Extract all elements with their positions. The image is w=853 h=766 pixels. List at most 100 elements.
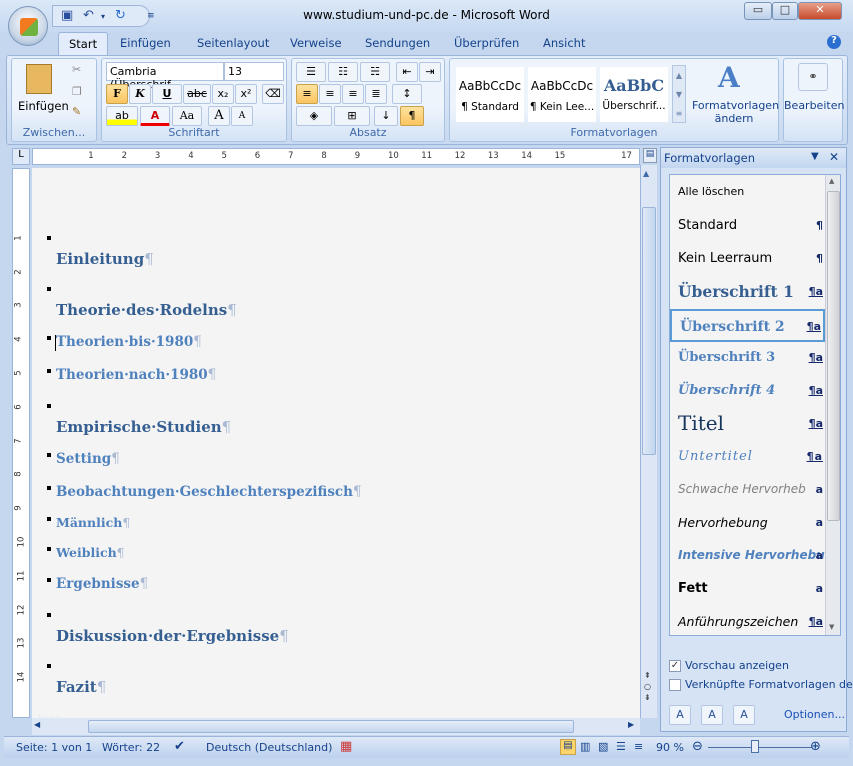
tab-einfuegen[interactable]: Einfügen xyxy=(120,36,171,50)
tab-sendungen[interactable]: Sendungen xyxy=(365,36,430,50)
word-count[interactable]: Wörter: 22 xyxy=(102,741,160,754)
zoom-in-icon[interactable]: ⊕ xyxy=(810,739,821,754)
draft-view-icon[interactable]: ≡ xyxy=(634,740,643,753)
document-page[interactable]: Einleitung¶ Theorie·des·Rodelns¶ Theorien·… xyxy=(32,168,640,718)
style-item[interactable]: Kein Leerraum ¶ xyxy=(670,243,825,276)
font-name-combo[interactable]: Cambria (Überschrif xyxy=(106,62,224,91)
gallery-style-standard[interactable]: AaBbCcDc ¶ Standard xyxy=(456,67,524,122)
zoom-level[interactable]: 90 % xyxy=(656,741,684,754)
close-button[interactable]: ✕ xyxy=(798,2,842,20)
gallery-scroll[interactable]: ▲ ▼ ≡ xyxy=(672,65,686,123)
tab-start[interactable]: Start xyxy=(58,32,109,56)
style-item[interactable]: Anführungszeichen ¶a xyxy=(670,606,825,635)
maximize-button[interactable]: □ xyxy=(772,2,798,20)
bullets-icon[interactable]: ☰ xyxy=(296,62,326,82)
grow-font-button[interactable]: A xyxy=(208,106,230,126)
style-item[interactable]: Überschrift 4 ¶a xyxy=(670,375,825,408)
align-center-icon[interactable]: ≡ xyxy=(319,84,341,104)
style-inspector-icon[interactable]: A xyxy=(701,705,723,725)
heading-1[interactable]: Empirische·Studien¶ xyxy=(56,418,231,436)
tab-ansicht[interactable]: Ansicht xyxy=(543,36,585,50)
superscript-button[interactable]: x² xyxy=(235,84,257,104)
shrink-font-button[interactable]: A xyxy=(231,106,253,126)
borders-icon[interactable]: ⊞ xyxy=(334,106,370,126)
bold-button[interactable]: F xyxy=(106,84,128,104)
language[interactable]: Deutsch (Deutschland) xyxy=(206,741,332,754)
format-painter-icon[interactable]: ✎ xyxy=(72,105,81,118)
tab-ueberpruefen[interactable]: Überprüfen xyxy=(454,36,519,50)
zoom-slider-track[interactable] xyxy=(708,747,812,748)
heading-2[interactable]: Setting¶ xyxy=(56,451,120,467)
style-item[interactable]: Alle löschen xyxy=(670,177,825,210)
style-list-thumb[interactable] xyxy=(827,191,840,521)
page-count[interactable]: Seite: 1 von 1 xyxy=(16,741,92,754)
new-style-icon[interactable]: A xyxy=(669,705,691,725)
underline-button[interactable]: U xyxy=(152,84,182,104)
font-size-combo[interactable]: 13 xyxy=(224,62,284,81)
heading-1[interactable]: Diskussion·der·Ergebnisse¶ xyxy=(56,627,289,645)
vertical-ruler[interactable]: 1 2 3 4 5 6 7 8 9 10 11 12 13 14 xyxy=(12,168,30,718)
numbering-icon[interactable]: ☷ xyxy=(328,62,358,82)
style-item[interactable]: Intensive Hervorhebu a xyxy=(670,540,825,573)
change-styles-button[interactable]: Formatvorlagen ändern xyxy=(692,99,779,125)
editing-button[interactable]: Bearbeiten xyxy=(784,99,844,112)
browse-object-icons[interactable]: ⇞ ○ ⇟ xyxy=(644,670,651,703)
style-item[interactable]: Überschrift 2 ¶a xyxy=(670,309,825,342)
scroll-left-icon[interactable]: ◀ xyxy=(34,720,40,729)
tab-selector[interactable]: L xyxy=(12,148,30,165)
style-list-scrollbar[interactable]: ▲ ▼ xyxy=(825,175,840,635)
outline-view-icon[interactable]: ☰ xyxy=(616,740,626,753)
web-view-icon[interactable]: ▧ xyxy=(598,740,608,753)
copy-icon[interactable]: ❐ xyxy=(72,85,82,98)
line-spacing-icon[interactable]: ↕ xyxy=(392,84,422,104)
linked-styles-checkbox[interactable] xyxy=(669,679,681,691)
style-item[interactable]: Standard ¶ xyxy=(670,210,825,243)
style-item[interactable]: Schwache Hervorheb a xyxy=(670,474,825,507)
heading-1[interactable]: Fazit¶ xyxy=(56,678,106,696)
heading-3[interactable]: Weiblich¶ xyxy=(56,545,125,560)
style-item[interactable]: Hervorhebung a xyxy=(670,507,825,540)
italic-button[interactable]: K xyxy=(129,84,151,104)
horizontal-ruler[interactable]: 1 2 3 4 5 6 7 8 9 10 11 12 13 14 15 17 xyxy=(32,148,640,165)
style-item[interactable]: Überschrift 3 ¶a xyxy=(670,342,825,375)
heading-2[interactable]: Beobachtungen·Geschlechterspezifisch¶ xyxy=(56,484,362,500)
pane-menu-icon[interactable]: ▼ xyxy=(811,151,819,162)
subscript-button[interactable]: x₂ xyxy=(212,84,234,104)
manage-styles-icon[interactable]: A xyxy=(733,705,755,725)
view-ruler-icon[interactable]: ▤ xyxy=(643,148,657,163)
style-item[interactable]: Titel ¶a xyxy=(670,408,825,441)
clear-formatting-icon[interactable]: ⌫ xyxy=(262,84,284,104)
heading-3[interactable]: Männlich¶ xyxy=(56,515,130,530)
cut-icon[interactable]: ✂ xyxy=(72,63,81,76)
tab-verweise[interactable]: Verweise xyxy=(290,36,342,50)
scroll-down-icon[interactable]: ▼ xyxy=(829,623,834,631)
zoom-out-icon[interactable]: ⊖ xyxy=(692,739,703,754)
help-icon[interactable]: ? xyxy=(827,35,841,49)
scroll-up-icon[interactable]: ▲ xyxy=(829,177,834,185)
heading-2[interactable]: Ergebnisse¶ xyxy=(56,576,148,592)
gallery-style-kein-leerraum[interactable]: AaBbCcDc ¶ Kein Lee... xyxy=(528,67,596,122)
vertical-scrollbar[interactable]: ▲ ⇞ ○ ⇟ xyxy=(640,165,657,718)
gallery-style-ueberschrift[interactable]: AaBbC Überschrif... xyxy=(600,67,668,122)
heading-2[interactable]: Theorien·nach·1980¶ xyxy=(56,367,216,383)
sort-icon[interactable]: ↓ xyxy=(374,106,398,126)
pane-close-icon[interactable]: ✕ xyxy=(829,150,839,164)
hscroll-thumb[interactable] xyxy=(88,720,574,733)
minimize-button[interactable]: ▭ xyxy=(744,2,772,20)
proofing-icon[interactable]: ✔ xyxy=(174,739,185,754)
increase-indent-icon[interactable]: ⇥ xyxy=(419,62,441,82)
print-layout-view-icon[interactable]: ▤ xyxy=(560,739,576,755)
style-item[interactable]: Fett a xyxy=(670,573,825,606)
scroll-up-icon[interactable]: ▲ xyxy=(643,169,649,178)
heading-1[interactable]: Einleitung¶ xyxy=(56,250,154,268)
change-case-button[interactable]: Aa xyxy=(172,106,202,126)
style-item[interactable]: Untertitel ¶a xyxy=(670,441,825,474)
font-color-icon[interactable]: A xyxy=(140,106,170,126)
tab-seitenlayout[interactable]: Seitenlayout xyxy=(197,36,269,50)
zoom-slider-thumb[interactable] xyxy=(750,740,759,753)
style-item[interactable]: Überschrift 1 ¶a xyxy=(670,276,825,309)
options-link[interactable]: Optionen... xyxy=(784,708,845,721)
reading-view-icon[interactable]: ▥ xyxy=(580,740,590,753)
align-left-icon[interactable]: ≡ xyxy=(296,84,318,104)
decrease-indent-icon[interactable]: ⇤ xyxy=(396,62,418,82)
